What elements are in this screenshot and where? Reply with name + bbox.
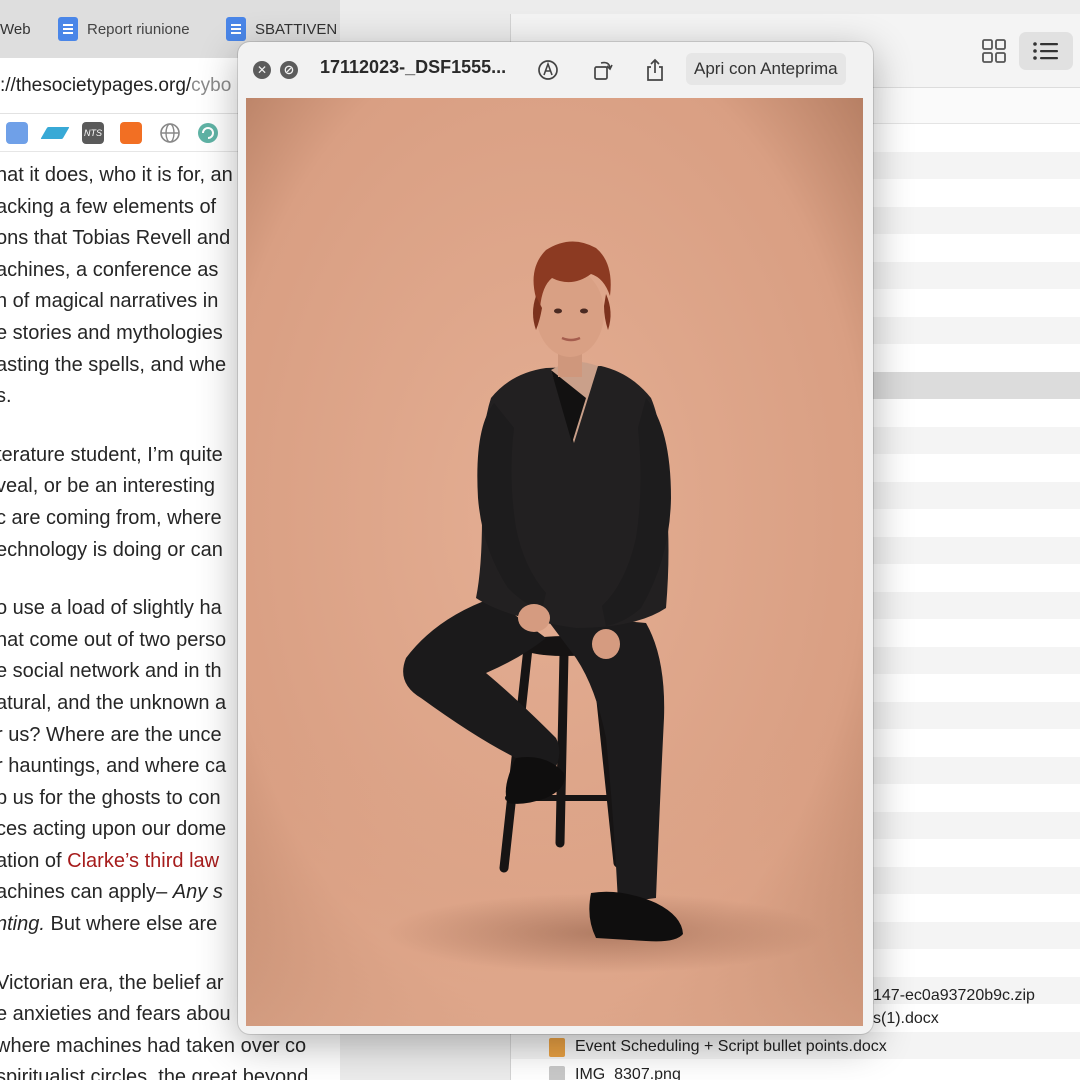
open-with-preview-button[interactable]: Apri con Anteprima xyxy=(686,53,846,85)
globe-icon[interactable] xyxy=(159,122,181,144)
article-italic: nting. xyxy=(0,913,45,936)
parallelogram-icon[interactable] xyxy=(40,127,70,139)
quick-look-toolbar: ✕ ⊘ 17112023-_DSF1555... Apri con Antepr… xyxy=(238,42,873,97)
file-row-img-8307[interactable]: IMG_8307.png xyxy=(549,1062,681,1080)
file-name: 147-ec0a93720b9c.zip xyxy=(873,987,1035,1004)
list-view-icon xyxy=(1033,42,1058,60)
fullscreen-icon[interactable]: ⊘ xyxy=(280,61,298,79)
docx-file-icon xyxy=(549,1037,565,1057)
refresh-globe-icon[interactable] xyxy=(197,122,219,144)
rotate-icon[interactable] xyxy=(590,57,616,83)
file-name: IMG_8307.png xyxy=(575,1066,681,1080)
tab-sbattiven[interactable]: SBATTIVEN xyxy=(226,14,340,44)
url-text[interactable]: ://thesocietypages.org/cybo xyxy=(0,75,231,97)
list-view-button[interactable] xyxy=(1019,32,1073,70)
share-icon[interactable] xyxy=(642,57,668,83)
tab-report-riunione[interactable]: Report riunione xyxy=(58,14,198,44)
clarkes-third-law-link[interactable]: Clarke’s third law xyxy=(67,850,219,872)
url-main: ://thesocietypages.org/ xyxy=(0,75,192,96)
file-title: 17112023-_DSF1555... xyxy=(320,57,507,77)
png-file-icon xyxy=(549,1065,565,1080)
tab-label: SBATTIVEN xyxy=(255,20,338,38)
url-rest: cybo xyxy=(191,75,232,96)
nts-icon[interactable]: NTS xyxy=(82,122,104,144)
tab-label: Report riunione xyxy=(87,20,190,38)
close-icon[interactable]: ✕ xyxy=(253,61,271,79)
markup-icon[interactable] xyxy=(535,57,561,83)
quick-look-panel: ✕ ⊘ 17112023-_DSF1555... Apri con Antepr… xyxy=(238,42,873,1034)
file-row-docx[interactable]: s(1).docx xyxy=(873,1006,939,1032)
grid-view-icon[interactable] xyxy=(981,38,1007,64)
file-name: s(1).docx xyxy=(873,1010,939,1027)
article-text: ation of xyxy=(0,849,68,872)
google-docs-icon xyxy=(226,17,246,41)
article-text: But where else are xyxy=(44,913,218,936)
article-italic: Any s xyxy=(172,881,223,904)
article-line: where machines had taken over co xyxy=(0,1034,307,1057)
photo-preview xyxy=(246,98,863,1026)
file-row-event-scheduling[interactable]: Event Scheduling + Script bullet points.… xyxy=(549,1034,887,1060)
soundcloud-icon[interactable] xyxy=(120,122,142,144)
article-text: achines can apply– xyxy=(0,881,173,904)
tab-web[interactable]: Web xyxy=(0,14,31,44)
tab-label: Web xyxy=(0,20,31,38)
file-name: Event Scheduling + Script bullet points.… xyxy=(575,1038,887,1055)
portrait-photo xyxy=(246,98,863,1026)
google-docs-icon xyxy=(58,17,78,41)
article-line: spiritualist circles, the great beyond xyxy=(0,1066,309,1080)
doc-icon[interactable] xyxy=(6,122,28,144)
